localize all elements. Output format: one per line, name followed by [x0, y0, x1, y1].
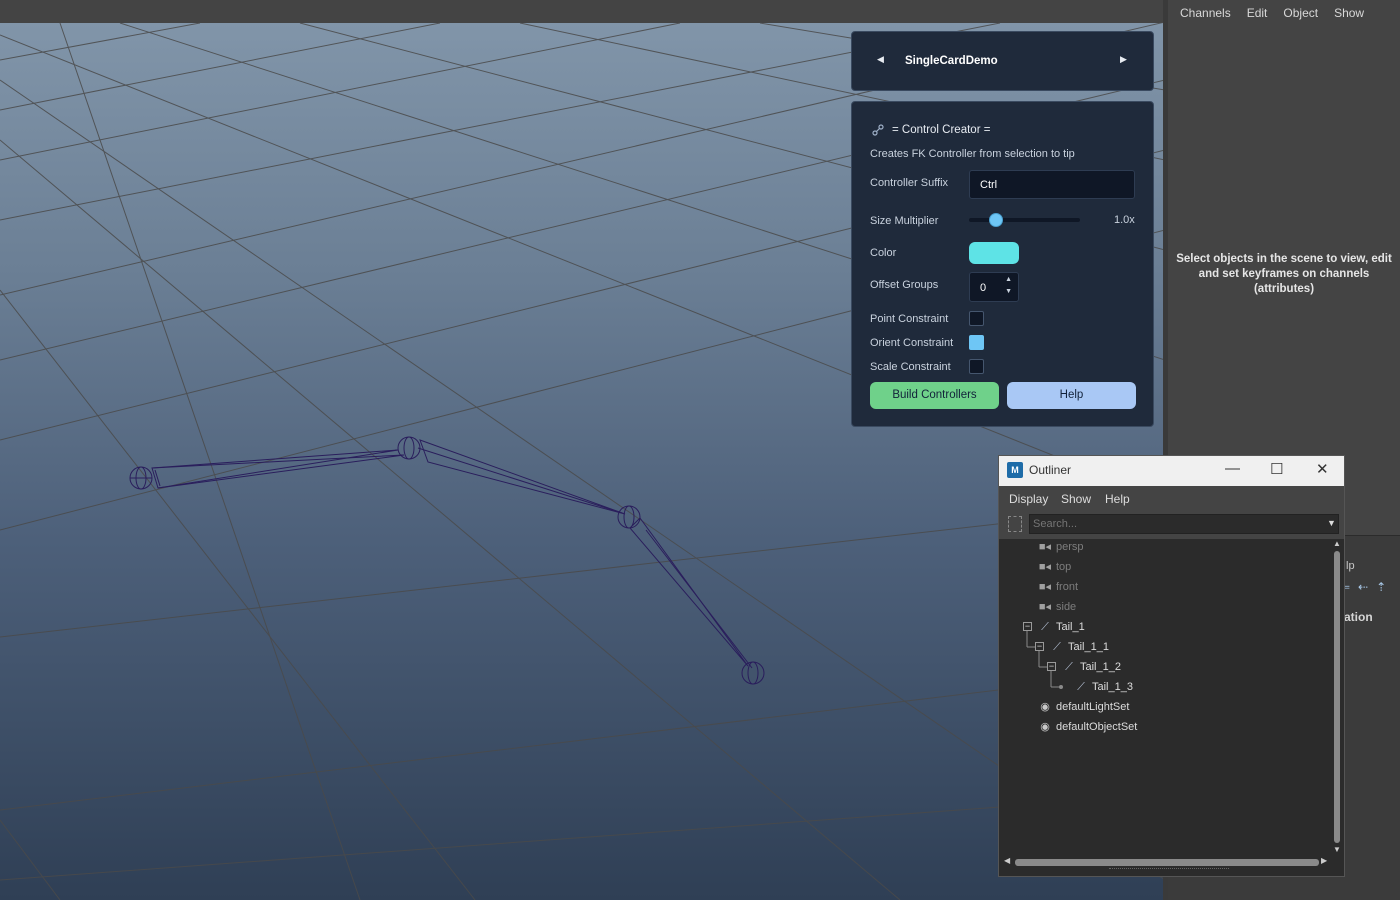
help-button[interactable]: Help — [1007, 382, 1136, 409]
outliner-item-default-object-set[interactable]: ◉ defaultObjectSet — [1038, 717, 1137, 737]
item-label: Tail_1 — [1056, 621, 1085, 633]
color-picker-swatch[interactable] — [969, 242, 1019, 264]
point-constraint-checkbox[interactable] — [969, 311, 984, 326]
item-label: Tail_1_3 — [1092, 681, 1133, 693]
outliner-window: M Outliner — ☐ ✕ Display Show Help ▼ ■◂p… — [998, 455, 1345, 877]
partial-label-animation[interactable]: ation — [1344, 610, 1373, 624]
offset-groups-value: 0 — [980, 282, 987, 294]
card-switcher: ◀ SingleCardDemo ▶ — [851, 31, 1154, 91]
orient-constraint-checkbox[interactable] — [969, 335, 984, 350]
joint-icon: ⟋ — [1053, 641, 1061, 653]
scale-constraint-label: Scale Constraint — [870, 361, 951, 373]
set-icon: ◉ — [1040, 701, 1050, 713]
menu-help[interactable]: Help — [1105, 492, 1130, 506]
size-multiplier-slider[interactable] — [969, 218, 1080, 222]
filter-icon[interactable] — [1008, 516, 1022, 532]
outliner-item-tail-1-2[interactable]: ⟋ Tail_1_2 — [1062, 657, 1121, 677]
set-icon: ◉ — [1040, 721, 1050, 733]
menu-edit[interactable]: Edit — [1247, 6, 1268, 26]
previous-card-icon[interactable]: ◀ — [877, 54, 884, 65]
outliner-horizontal-scrollbar[interactable]: ◀ ▶ — [1002, 856, 1331, 868]
close-icon[interactable]: ✕ — [1316, 460, 1329, 478]
scale-constraint-checkbox[interactable] — [969, 359, 984, 374]
next-card-icon[interactable]: ▶ — [1120, 54, 1127, 65]
outliner-title-bar[interactable]: M Outliner — ☐ ✕ — [999, 456, 1344, 486]
maya-logo-icon: M — [1007, 462, 1023, 478]
maximize-icon[interactable]: ☐ — [1270, 460, 1283, 478]
minimize-icon[interactable]: — — [1225, 460, 1240, 477]
outliner-item-tail-1-1[interactable]: ⟋ Tail_1_1 — [1050, 637, 1109, 657]
joint-icon: ⟋ — [1077, 681, 1085, 693]
offset-groups-spinbox[interactable]: 0 ▲ ▼ — [969, 272, 1019, 302]
spin-down-icon[interactable]: ▼ — [1005, 288, 1012, 295]
outliner-tree[interactable]: ■◂persp ■◂top ■◂front ■◂side − ⟋Tai — [1002, 539, 1331, 856]
link-icon — [872, 124, 884, 136]
menu-display[interactable]: Display — [1009, 492, 1048, 506]
menu-show[interactable]: Show — [1334, 6, 1364, 26]
control-creator-header: = Control Creator = — [872, 124, 990, 136]
spin-up-icon[interactable]: ▲ — [1005, 276, 1012, 283]
item-label: defaultLightSet — [1056, 701, 1130, 713]
outliner-item-tail-1-3[interactable]: ⟋ Tail_1_3 — [1074, 677, 1133, 697]
controller-suffix-label: Controller Suffix — [870, 177, 949, 189]
scrollbar-thumb[interactable] — [1334, 551, 1340, 843]
channel-box-empty-message: Select objects in the scene to view, edi… — [1176, 253, 1392, 295]
build-controllers-button[interactable]: Build Controllers — [870, 382, 999, 409]
outliner-title: Outliner — [1029, 463, 1072, 477]
control-creator-panel: = Control Creator = Creates FK Controlle… — [851, 101, 1154, 427]
offset-groups-label: Offset Groups — [870, 279, 939, 291]
collapse-toggle[interactable]: − — [1035, 642, 1044, 651]
joint-icon: ⟋ — [1065, 661, 1073, 673]
outliner-vertical-scrollbar[interactable]: ▲ ▼ — [1332, 539, 1342, 856]
outliner-search-row: ▼ — [999, 511, 1344, 539]
orient-constraint-label: Orient Constraint — [870, 337, 954, 349]
scroll-right-icon[interactable]: ▶ — [1321, 856, 1327, 865]
outliner-item-default-light-set[interactable]: ◉ defaultLightSet — [1038, 697, 1129, 717]
menu-channels[interactable]: Channels — [1180, 6, 1231, 26]
color-label: Color — [870, 247, 897, 259]
point-constraint-label: Point Constraint — [870, 313, 949, 325]
size-multiplier-label: Size Multiplier — [870, 215, 939, 227]
scroll-left-icon[interactable]: ◀ — [1004, 856, 1010, 865]
scroll-down-icon[interactable]: ▼ — [1333, 845, 1341, 854]
channel-box-menu: Channels Edit Object Show — [1168, 0, 1400, 26]
joint-chain-tail — [129, 436, 765, 685]
resize-grip[interactable] — [1109, 868, 1229, 872]
partial-label-help[interactable]: lp — [1346, 560, 1355, 572]
joint-tail-1-3 — [741, 661, 765, 685]
joint-icon: ⟋ — [1041, 621, 1049, 633]
controller-suffix-input[interactable] — [969, 170, 1135, 199]
menu-show[interactable]: Show — [1061, 492, 1091, 506]
size-multiplier-slider-handle[interactable] — [988, 213, 1003, 227]
outliner-item-tail-1[interactable]: ⟋ Tail_1 — [1038, 617, 1085, 637]
outliner-menu-bar: Display Show Help — [999, 486, 1344, 511]
control-creator-description: Creates FK Controller from selection to … — [870, 148, 1075, 160]
chevron-down-icon[interactable]: ▼ — [1327, 518, 1336, 528]
joint-tail-1-1 — [397, 436, 421, 460]
item-label: defaultObjectSet — [1056, 721, 1138, 733]
scrollbar-thumb[interactable] — [1015, 859, 1319, 866]
collapse-toggle[interactable]: − — [1047, 662, 1056, 671]
menu-object[interactable]: Object — [1283, 6, 1318, 26]
control-creator-title: = Control Creator = — [892, 124, 991, 136]
size-multiplier-value: 1.0x — [1114, 214, 1135, 226]
card-title: SingleCardDemo — [905, 55, 998, 67]
collapse-toggle[interactable]: − — [1023, 622, 1032, 631]
scroll-up-icon[interactable]: ▲ — [1333, 539, 1341, 548]
outliner-search-input[interactable] — [1029, 514, 1339, 534]
item-label: Tail_1_1 — [1068, 641, 1109, 653]
item-label: Tail_1_2 — [1080, 661, 1121, 673]
layer-tool-icons[interactable]: ⇐⇠⇡ — [1340, 580, 1394, 594]
